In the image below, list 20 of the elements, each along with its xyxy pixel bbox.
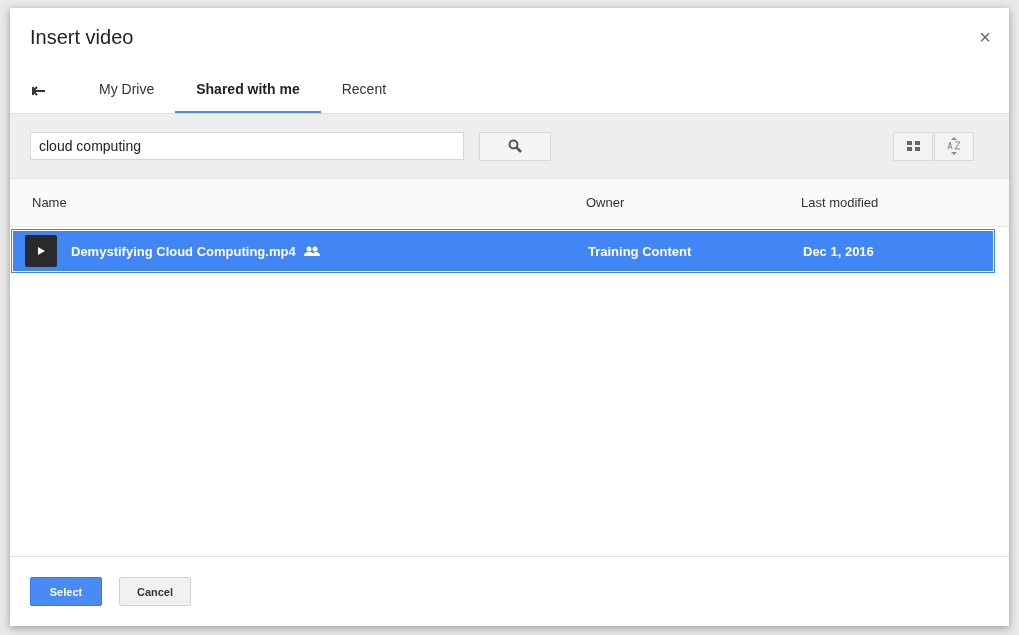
sort-az-icon — [947, 137, 961, 155]
grid-view-button[interactable] — [893, 131, 933, 161]
search-field[interactable]: cloud computing — [30, 132, 464, 160]
grid-icon — [906, 141, 920, 151]
video-thumbnail — [25, 235, 57, 267]
tab[interactable]: Recent — [320, 66, 408, 113]
modified-cell-text: Dec 1, 2016 — [802, 243, 875, 259]
back-arrow-icon[interactable] — [32, 85, 46, 96]
search-button[interactable] — [479, 131, 551, 161]
owner-cell-text: Training Content — [587, 243, 693, 259]
tab[interactable]: My Drive — [78, 66, 176, 113]
dialog-title: Insert video — [30, 25, 135, 49]
file-name: Demystifying Cloud Computing.mp4 — [71, 243, 296, 259]
column-header[interactable]: Last modified — [779, 195, 1009, 210]
footer-button[interactable]: Cancel — [119, 577, 191, 606]
close-button[interactable]: × — [975, 25, 995, 49]
column-header[interactable]: Name — [10, 195, 564, 210]
search-icon — [508, 139, 522, 153]
file-row[interactable]: Demystifying Cloud Computing.mp4 Training Content Dec 1, 2016 — [11, 229, 995, 273]
column-header[interactable]: Owner — [564, 195, 779, 210]
